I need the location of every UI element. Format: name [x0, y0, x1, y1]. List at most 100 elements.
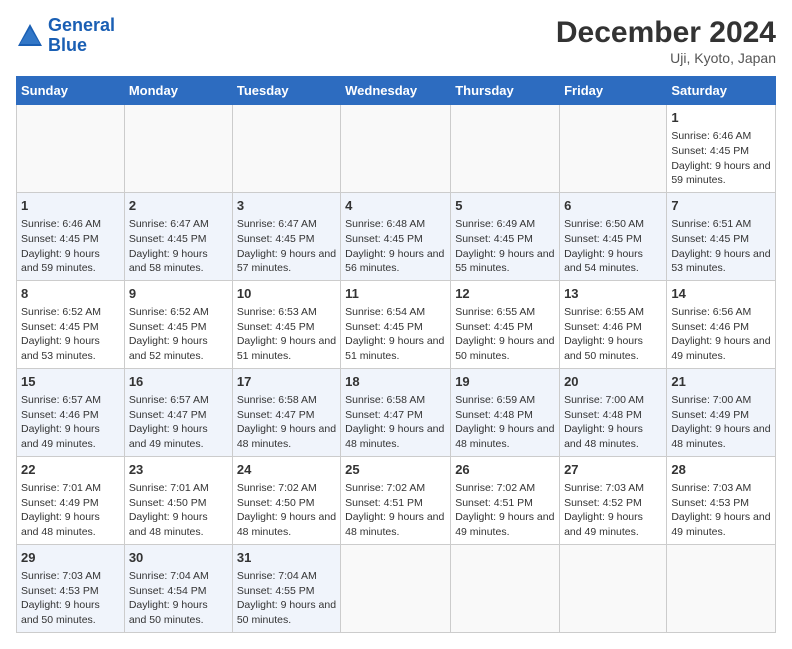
day-number: 8 [21, 285, 120, 303]
day-number: 16 [129, 373, 228, 391]
calendar-cell: 26Sunrise: 7:02 AMSunset: 4:51 PMDayligh… [451, 456, 560, 544]
sunset-text: Sunset: 4:45 PM [671, 145, 749, 157]
sunset-text: Sunset: 4:45 PM [21, 233, 99, 245]
daylight-text: Daylight: 9 hours and 53 minutes. [21, 335, 100, 362]
calendar-cell: 4Sunrise: 6:48 AMSunset: 4:45 PMDaylight… [341, 192, 451, 280]
col-header-monday: Monday [124, 77, 232, 105]
calendar-cell: 3Sunrise: 6:47 AMSunset: 4:45 PMDaylight… [232, 192, 340, 280]
sunset-text: Sunset: 4:45 PM [455, 233, 533, 245]
sunset-text: Sunset: 4:45 PM [129, 233, 207, 245]
day-number: 6 [564, 197, 662, 215]
sunrise-text: Sunrise: 6:49 AM [455, 218, 535, 230]
calendar-week-row: 15Sunrise: 6:57 AMSunset: 4:46 PMDayligh… [17, 368, 776, 456]
sunset-text: Sunset: 4:50 PM [237, 497, 315, 509]
daylight-text: Daylight: 9 hours and 50 minutes. [129, 599, 208, 626]
col-header-saturday: Saturday [667, 77, 776, 105]
calendar-cell: 27Sunrise: 7:03 AMSunset: 4:52 PMDayligh… [560, 456, 667, 544]
sunrise-text: Sunrise: 7:00 AM [564, 394, 644, 406]
daylight-text: Daylight: 9 hours and 48 minutes. [21, 511, 100, 538]
sunrise-text: Sunrise: 6:57 AM [129, 394, 209, 406]
sunset-text: Sunset: 4:48 PM [564, 409, 642, 421]
daylight-text: Daylight: 9 hours and 48 minutes. [345, 423, 444, 450]
sunset-text: Sunset: 4:45 PM [345, 233, 423, 245]
day-number: 24 [237, 461, 336, 479]
calendar-cell: 19Sunrise: 6:59 AMSunset: 4:48 PMDayligh… [451, 368, 560, 456]
day-number: 13 [564, 285, 662, 303]
sunrise-text: Sunrise: 6:51 AM [671, 218, 751, 230]
calendar-cell: 11Sunrise: 6:54 AMSunset: 4:45 PMDayligh… [341, 280, 451, 368]
sunset-text: Sunset: 4:45 PM [564, 233, 642, 245]
day-number: 1 [671, 109, 771, 127]
sunset-text: Sunset: 4:52 PM [564, 497, 642, 509]
calendar-cell: 12Sunrise: 6:55 AMSunset: 4:45 PMDayligh… [451, 280, 560, 368]
day-number: 17 [237, 373, 336, 391]
daylight-text: Daylight: 9 hours and 50 minutes. [21, 599, 100, 626]
calendar-table: SundayMondayTuesdayWednesdayThursdayFrid… [16, 76, 776, 633]
daylight-text: Daylight: 9 hours and 50 minutes. [237, 599, 336, 626]
sunrise-text: Sunrise: 7:03 AM [671, 482, 751, 494]
sunrise-text: Sunrise: 7:00 AM [671, 394, 751, 406]
daylight-text: Daylight: 9 hours and 49 minutes. [129, 423, 208, 450]
page-header: General Blue December 2024 Uji, Kyoto, J… [16, 16, 776, 66]
daylight-text: Daylight: 9 hours and 49 minutes. [671, 335, 770, 362]
day-number: 20 [564, 373, 662, 391]
logo-icon [16, 22, 44, 50]
sunrise-text: Sunrise: 6:57 AM [21, 394, 101, 406]
sunrise-text: Sunrise: 7:04 AM [129, 570, 209, 582]
sunrise-text: Sunrise: 7:01 AM [129, 482, 209, 494]
daylight-text: Daylight: 9 hours and 51 minutes. [237, 335, 336, 362]
day-number: 19 [455, 373, 555, 391]
sunrise-text: Sunrise: 7:01 AM [21, 482, 101, 494]
sunrise-text: Sunrise: 6:47 AM [237, 218, 317, 230]
daylight-text: Daylight: 9 hours and 51 minutes. [345, 335, 444, 362]
calendar-cell: 9Sunrise: 6:52 AMSunset: 4:45 PMDaylight… [124, 280, 232, 368]
calendar-cell: 31Sunrise: 7:04 AMSunset: 4:55 PMDayligh… [232, 544, 340, 632]
daylight-text: Daylight: 9 hours and 48 minutes. [237, 423, 336, 450]
sunrise-text: Sunrise: 6:52 AM [129, 306, 209, 318]
daylight-text: Daylight: 9 hours and 50 minutes. [455, 335, 554, 362]
calendar-cell: 6Sunrise: 6:50 AMSunset: 4:45 PMDaylight… [560, 192, 667, 280]
daylight-text: Daylight: 9 hours and 49 minutes. [671, 511, 770, 538]
sunset-text: Sunset: 4:49 PM [21, 497, 99, 509]
day-number: 7 [671, 197, 771, 215]
sunrise-text: Sunrise: 6:58 AM [237, 394, 317, 406]
col-header-wednesday: Wednesday [341, 77, 451, 105]
calendar-cell: 21Sunrise: 7:00 AMSunset: 4:49 PMDayligh… [667, 368, 776, 456]
daylight-text: Daylight: 9 hours and 48 minutes. [345, 511, 444, 538]
calendar-week-row: 1 Sunrise: 6:46 AM Sunset: 4:45 PM Daylight… [17, 192, 776, 280]
day-number: 2 [129, 197, 228, 215]
calendar-cell: 22 Sunrise: 7:01 AM Sunset: 4:49 PM Dayligh… [17, 456, 125, 544]
calendar-cell: 23Sunrise: 7:01 AMSunset: 4:50 PMDayligh… [124, 456, 232, 544]
daylight-text: Daylight: 9 hours and 48 minutes. [564, 423, 643, 450]
day-number: 11 [345, 285, 446, 303]
calendar-cell: 1Sunrise: 6:46 AMSunset: 4:45 PMDaylight… [17, 192, 125, 280]
sunset-text: Sunset: 4:45 PM [129, 321, 207, 333]
calendar-cell: 25Sunrise: 7:02 AMSunset: 4:51 PMDayligh… [341, 456, 451, 544]
day-number: 18 [345, 373, 446, 391]
sunrise-text: Sunrise: 6:46 AM [21, 218, 101, 230]
sunrise-text: Sunrise: 7:03 AM [21, 570, 101, 582]
day-number: 12 [455, 285, 555, 303]
sunset-text: Sunset: 4:45 PM [345, 321, 423, 333]
sunrise-text: Sunrise: 6:53 AM [237, 306, 317, 318]
daylight-text: Daylight: 9 hours and 48 minutes. [129, 511, 208, 538]
daylight-text: Daylight: 9 hours and 57 minutes. [237, 248, 336, 275]
calendar-week-row: 1Sunrise: 6:46 AMSunset: 4:45 PMDaylight… [17, 105, 776, 193]
sunset-text: Sunset: 4:47 PM [237, 409, 315, 421]
day-number: 1 [21, 197, 120, 215]
day-number: 10 [237, 285, 336, 303]
calendar-cell [341, 105, 451, 193]
calendar-header-row: SundayMondayTuesdayWednesdayThursdayFrid… [17, 77, 776, 105]
sunrise-text: Sunrise: 7:03 AM [564, 482, 644, 494]
day-number: 28 [671, 461, 771, 479]
sunset-text: Sunset: 4:51 PM [455, 497, 533, 509]
col-header-thursday: Thursday [451, 77, 560, 105]
sunrise-text: Sunrise: 7:02 AM [455, 482, 535, 494]
calendar-cell: 14Sunrise: 6:56 AMSunset: 4:46 PMDayligh… [667, 280, 776, 368]
sunset-text: Sunset: 4:45 PM [237, 321, 315, 333]
calendar-cell: 29Sunrise: 7:03 AMSunset: 4:53 PMDayligh… [17, 544, 125, 632]
sunset-text: Sunset: 4:47 PM [129, 409, 207, 421]
calendar-cell: 16 Sunrise: 6:57 AM Sunset: 4:47 PM Dayligh… [124, 368, 232, 456]
title-block: December 2024 Uji, Kyoto, Japan [556, 16, 776, 66]
day-number: 22 [21, 461, 120, 479]
